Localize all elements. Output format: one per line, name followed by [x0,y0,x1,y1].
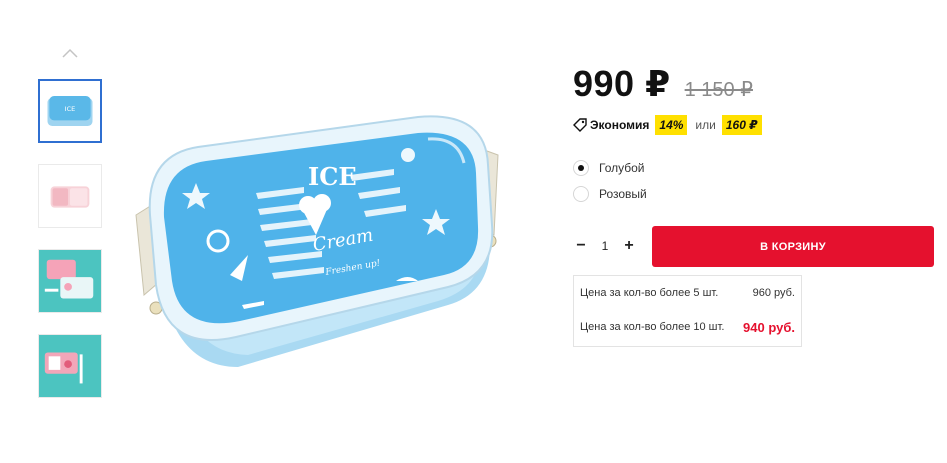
color-option-label: Розовый [599,187,647,201]
quantity-stepper: − + [573,226,637,266]
savings-row: Экономия 14% или 160 ₽ [573,115,762,135]
bulk-price-value: 940 руб. [743,319,795,335]
savings-or-text: или [695,118,716,132]
bulk-price-label: Цена за кол-во более 5 шт. [580,287,719,299]
color-option-blue[interactable]: Голубой [573,158,647,178]
add-to-cart-button[interactable]: В КОРЗИНУ [652,226,934,267]
bulk-price-value: 960 руб. [752,287,795,299]
current-price: 990 ₽ [573,63,671,104]
chevron-up-icon[interactable] [60,44,80,64]
savings-amount-badge: 160 ₽ [721,115,762,135]
thumbnail-teal-2[interactable] [38,334,102,398]
bulk-price-row: Цена за кол-во более 5 шт. 960 руб. [580,276,795,310]
color-option-pink[interactable]: Розовый [573,184,647,204]
thumbnail-blue[interactable]: ICE [38,79,102,143]
quantity-input[interactable] [593,239,617,253]
bulk-price-table: Цена за кол-во более 5 шт. 960 руб. Цена… [573,275,802,347]
svg-text:ICE: ICE [65,105,76,113]
thumbnail-pink[interactable] [38,164,102,228]
radio-button-checked[interactable] [573,160,589,176]
bulk-price-label: Цена за кол-во более 10 шт. [580,321,725,333]
color-options: Голубой Розовый [573,158,647,210]
savings-label: Экономия [590,118,650,132]
radio-button[interactable] [573,186,589,202]
color-option-label: Голубой [599,161,645,175]
quantity-decrease-button[interactable]: − [573,226,589,266]
quantity-increase-button[interactable]: + [621,226,637,266]
thumbnail-teal-1[interactable] [38,249,102,313]
price-block: 990 ₽ 1 150 ₽ [573,63,753,105]
lid-text-ice: ICE [308,162,357,191]
old-price: 1 150 ₽ [684,79,753,101]
main-product-image: ICE Cream Freshen up! [118,105,518,395]
savings-percent-badge: 14% [655,115,688,135]
bulk-price-row: Цена за кол-во более 10 шт. 940 руб. [580,310,795,344]
tag-icon [573,118,587,132]
